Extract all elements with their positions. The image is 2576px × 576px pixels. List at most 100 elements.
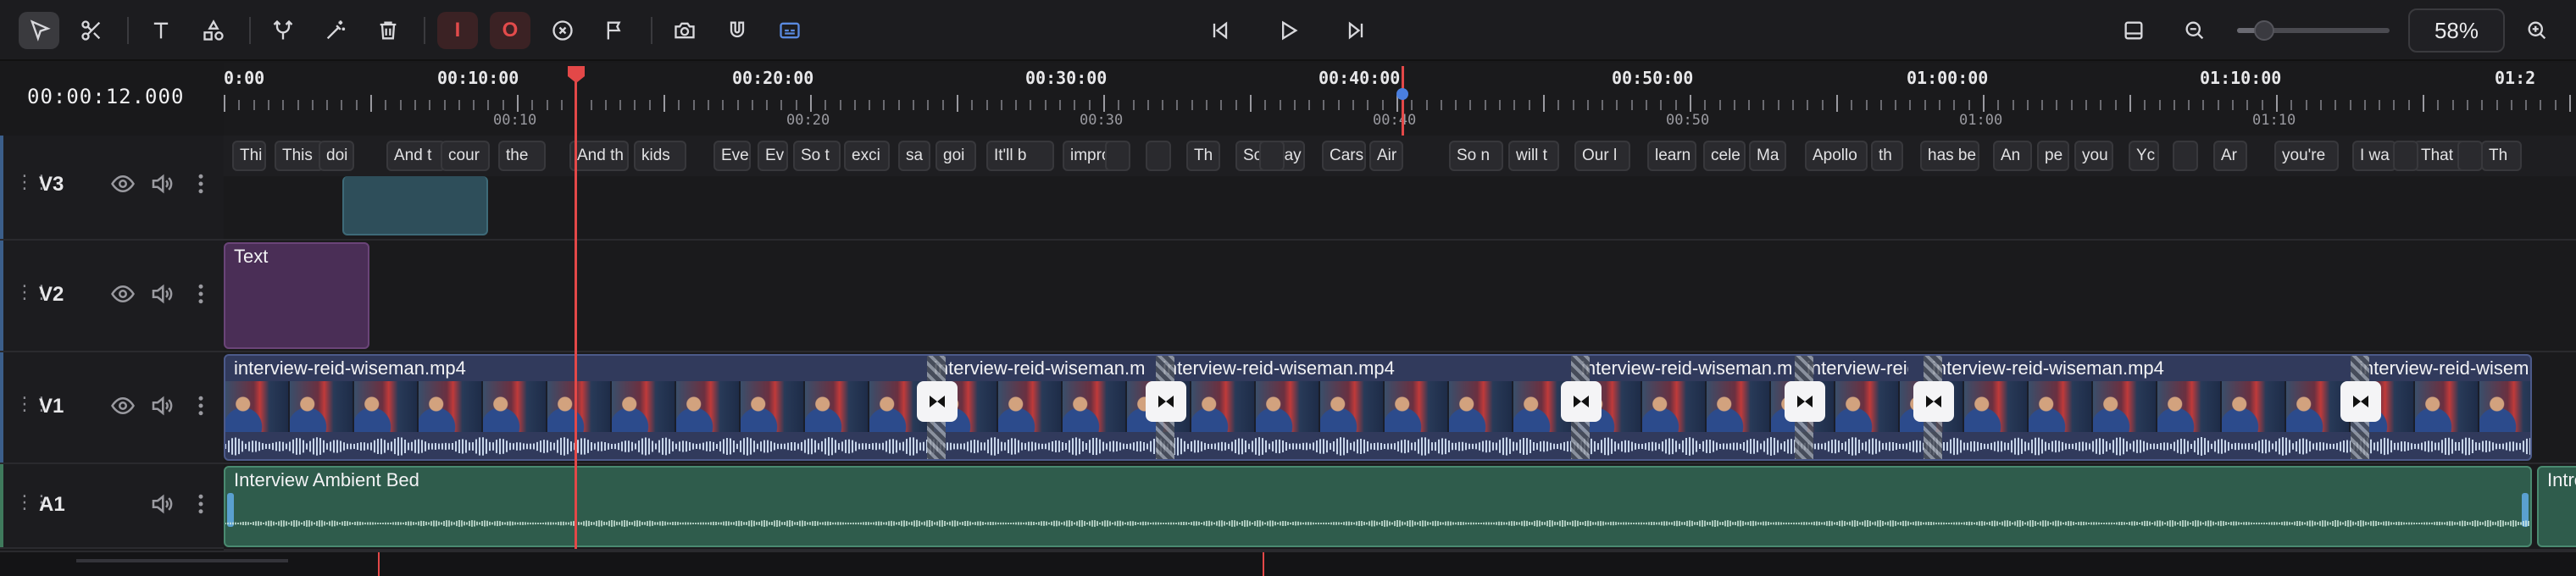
- shapes-tool-button[interactable]: [193, 12, 234, 49]
- zoom-out-button[interactable]: [2174, 12, 2215, 49]
- audio-clip-next[interactable]: Intro: [2537, 466, 2576, 547]
- caption-chip[interactable]: th: [1871, 141, 1903, 171]
- caption-chip[interactable]: Cars: [1322, 141, 1366, 171]
- eye-icon[interactable]: [110, 281, 136, 307]
- caption-chip[interactable]: cour: [441, 141, 490, 171]
- caption-chip[interactable]: Thi: [232, 141, 266, 171]
- caption-chip[interactable]: Th: [1186, 141, 1220, 171]
- ruler-tick: [1675, 100, 1677, 110]
- transition-button[interactable]: [1146, 381, 1186, 422]
- bowtie-icon: [1926, 396, 1941, 407]
- razor-tool-button[interactable]: [71, 12, 112, 49]
- select-tool-button[interactable]: [19, 12, 59, 49]
- caption-chip[interactable]: will t: [1508, 141, 1559, 171]
- v3-clip[interactable]: [342, 176, 488, 235]
- video-clip-group[interactable]: interview-reid-wiseman.mp4 interview-reid…: [224, 354, 2532, 461]
- transition-button[interactable]: [2340, 381, 2381, 422]
- caption-chip[interactable]: And th: [569, 141, 629, 171]
- transition-button[interactable]: [1913, 381, 1954, 422]
- caption-chip[interactable]: Th: [2481, 141, 2522, 171]
- caption-chip[interactable]: has be: [1920, 141, 1979, 171]
- ruler-tick: [1953, 100, 1955, 110]
- caption-chip[interactable]: learn: [1647, 141, 1696, 171]
- caption-chip[interactable]: This: [275, 141, 324, 171]
- caption-chip[interactable]: doi: [319, 141, 354, 171]
- caption-chip[interactable]: goi: [935, 141, 976, 171]
- zoom-level-display[interactable]: 58%: [2408, 8, 2505, 53]
- caption-chip[interactable]: kids: [634, 141, 686, 171]
- mark-in-button[interactable]: I: [437, 12, 478, 49]
- captions-toggle-button[interactable]: [769, 12, 810, 49]
- more-options-icon[interactable]: [188, 491, 214, 517]
- timeline-scrollbar[interactable]: [0, 551, 2576, 576]
- playhead[interactable]: [575, 78, 577, 549]
- skip-forward-button[interactable]: [1335, 12, 1376, 49]
- text-tool-button[interactable]: [141, 12, 181, 49]
- caption-chip[interactable]: And t: [386, 141, 446, 171]
- more-options-icon[interactable]: [188, 281, 214, 307]
- volume-icon[interactable]: [149, 281, 175, 307]
- caption-chip-empty[interactable]: [2393, 141, 2418, 171]
- caption-chip[interactable]: pe: [2037, 141, 2069, 171]
- caption-chip-empty[interactable]: [1146, 141, 1171, 171]
- caption-chip[interactable]: sa: [898, 141, 930, 171]
- volume-icon[interactable]: [149, 393, 175, 418]
- transition-button[interactable]: [1785, 381, 1825, 422]
- snapshot-button[interactable]: [664, 12, 705, 49]
- add-marker-button[interactable]: [595, 12, 636, 49]
- volume-icon[interactable]: [149, 491, 175, 517]
- caption-chip[interactable]: Ev: [758, 141, 788, 171]
- caption-chip[interactable]: Ar: [2213, 141, 2247, 171]
- magic-tool-button[interactable]: [315, 12, 356, 49]
- caption-chip[interactable]: Ma: [1749, 141, 1786, 171]
- zoom-in-button[interactable]: [2517, 12, 2557, 49]
- eye-icon[interactable]: [110, 171, 136, 197]
- caption-chip[interactable]: Eve: [713, 141, 751, 171]
- zoom-slider[interactable]: [2237, 20, 2390, 41]
- caption-chip[interactable]: So n: [1449, 141, 1503, 171]
- skip-back-button[interactable]: [1200, 12, 1241, 49]
- marker-dot[interactable]: [1396, 88, 1408, 100]
- caption-chip[interactable]: Our l: [1574, 141, 1630, 171]
- audio-clip[interactable]: Interview Ambient Bed: [224, 466, 2532, 547]
- caption-chip-empty[interactable]: [2173, 141, 2198, 171]
- more-options-icon[interactable]: [188, 171, 214, 197]
- clear-marks-button[interactable]: [542, 12, 583, 49]
- layout-toggle-button[interactable]: [2113, 12, 2154, 49]
- caption-chip[interactable]: exci: [844, 141, 890, 171]
- caption-chip[interactable]: you're: [2274, 141, 2339, 171]
- ruler-tick: [2540, 100, 2541, 110]
- caption-chip[interactable]: So t: [793, 141, 841, 171]
- zoom-slider-knob[interactable]: [2254, 20, 2275, 41]
- toolbar-divider: [651, 17, 652, 44]
- eye-icon[interactable]: [110, 393, 136, 418]
- more-options-icon[interactable]: [188, 393, 214, 418]
- caption-chip-empty[interactable]: [1259, 141, 1285, 171]
- delete-button[interactable]: [368, 12, 408, 49]
- ruler-tick: [1323, 100, 1324, 110]
- scroll-thumb[interactable]: [76, 559, 288, 562]
- volume-icon[interactable]: [149, 171, 175, 197]
- ruler-tick: [268, 100, 269, 110]
- caption-chip[interactable]: Apollo: [1805, 141, 1868, 171]
- ruler-tick: [1441, 100, 1442, 110]
- caption-chip[interactable]: Air: [1369, 141, 1403, 171]
- split-tool-button[interactable]: [263, 12, 303, 49]
- magnet-snap-button[interactable]: [717, 12, 758, 49]
- play-button[interactable]: [1268, 12, 1308, 49]
- text-clip[interactable]: Text: [224, 242, 369, 349]
- caption-chip[interactable]: An: [1993, 141, 2032, 171]
- transition-button[interactable]: [917, 381, 958, 422]
- caption-chip-empty[interactable]: [2457, 141, 2483, 171]
- caption-chip[interactable]: I wa: [2352, 141, 2396, 171]
- mark-out-button[interactable]: O: [490, 12, 530, 49]
- caption-chip[interactable]: Yc: [2129, 141, 2159, 171]
- caption-chip[interactable]: It'll b: [986, 141, 1054, 171]
- caption-chip[interactable]: cele: [1703, 141, 1746, 171]
- ruler-tick: [531, 100, 533, 110]
- transition-button[interactable]: [1561, 381, 1602, 422]
- caption-chip[interactable]: you: [2074, 141, 2113, 171]
- caption-chip-empty[interactable]: [1105, 141, 1130, 171]
- caption-chip[interactable]: the: [498, 141, 546, 171]
- ruler-tick: [1001, 100, 1002, 110]
